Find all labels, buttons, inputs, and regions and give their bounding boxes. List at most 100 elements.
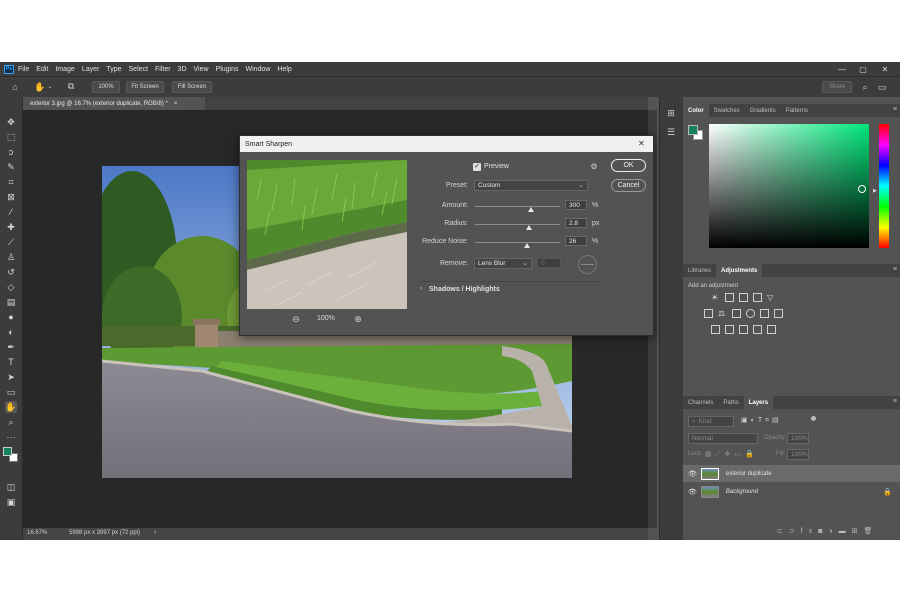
curves-icon[interactable] — [739, 293, 748, 302]
reduce-noise-slider[interactable] — [475, 242, 560, 243]
layer-row[interactable]: 👁 exterior duplicate — [683, 465, 900, 482]
ok-button[interactable]: OK — [611, 159, 646, 172]
history-panel-icon[interactable]: ⊞ — [665, 108, 677, 118]
tab-gradients[interactable]: Gradients — [745, 104, 781, 117]
fit-screen-button[interactable]: Fit Screen — [126, 81, 164, 93]
remove-select[interactable]: Lens Blur ⌄ — [474, 258, 532, 269]
tab-libraries[interactable]: Libraries — [683, 264, 716, 277]
layer-filter-icons[interactable]: ▣◐T⌗▤ — [741, 416, 782, 425]
menu-edit[interactable]: Edit — [36, 66, 48, 73]
layer-name[interactable]: Background — [726, 489, 758, 495]
link-layers-icon[interactable]: ⊂⊃ — [777, 528, 801, 535]
tab-adjustments[interactable]: Adjustments — [716, 264, 763, 277]
menu-plugins[interactable]: Plugins — [216, 66, 239, 73]
tab-patterns[interactable]: Patterns — [781, 104, 813, 117]
zoom-100-button[interactable]: 100% — [92, 81, 120, 93]
rectangle-tool-icon[interactable]: ▭ — [5, 386, 17, 398]
chevron-down-icon[interactable]: ⌄ — [46, 82, 54, 92]
menu-window[interactable]: Window — [246, 66, 271, 73]
opacity-field[interactable]: 100% — [787, 433, 809, 444]
quick-mask-icon[interactable]: ◫ — [5, 481, 17, 493]
shadows-highlights-toggle[interactable]: Shadows / Highlights — [429, 286, 500, 293]
black-white-icon[interactable] — [732, 309, 741, 318]
properties-panel-icon[interactable]: ☰ — [665, 127, 677, 137]
search-icon[interactable]: ⌕ — [859, 82, 871, 92]
color-lookup-icon[interactable] — [774, 309, 783, 318]
photo-filter-icon[interactable] — [746, 309, 755, 318]
hue-saturation-icon[interactable] — [704, 309, 713, 318]
healing-brush-icon[interactable]: ✚ — [5, 221, 17, 233]
preview-checkbox[interactable]: ✓ — [473, 163, 481, 171]
screen-mode-icon[interactable]: ▣ — [5, 496, 17, 508]
status-menu-arrow[interactable]: › — [154, 529, 156, 536]
tab-color[interactable]: Color — [683, 104, 709, 117]
share-button[interactable]: Share — [822, 81, 852, 93]
levels-icon[interactable] — [725, 293, 734, 302]
tab-channels[interactable]: Channels — [683, 396, 718, 409]
fx-icon[interactable]: fx — [801, 528, 818, 535]
lasso-tool-icon[interactable]: ↄ — [5, 146, 17, 158]
gradient-map-icon[interactable] — [767, 325, 776, 334]
new-adjustment-icon[interactable]: ◑ — [828, 528, 838, 535]
clone-stamp-icon[interactable]: ♙ — [5, 251, 17, 263]
reduce-noise-slider-thumb[interactable] — [524, 243, 531, 248]
hue-marker-icon[interactable]: ▶ — [873, 188, 877, 194]
radius-slider[interactable] — [475, 224, 560, 225]
menu-type[interactable]: Type — [106, 66, 121, 73]
posterize-icon[interactable] — [725, 325, 734, 334]
hand-tool-icon[interactable]: ✋ — [34, 82, 46, 92]
move-tool-icon[interactable]: ✥ — [5, 116, 17, 128]
layer-name[interactable]: exterior duplicate — [726, 471, 772, 477]
marquee-tool-icon[interactable]: ⬚ — [5, 131, 17, 143]
new-layer-icon[interactable]: ⊞ — [852, 528, 864, 535]
new-group-icon[interactable]: ▬ — [839, 528, 852, 535]
radius-input[interactable]: 2.8 — [565, 218, 587, 228]
color-field[interactable] — [709, 124, 869, 248]
radius-slider-thumb[interactable] — [525, 225, 532, 230]
close-icon[interactable]: ✕ — [638, 139, 645, 148]
preview-image[interactable] — [247, 160, 407, 309]
hue-slider[interactable] — [879, 124, 889, 248]
blend-mode-select[interactable]: Normal — [688, 433, 758, 444]
eyedropper-tool-icon[interactable]: ⁄ — [5, 206, 17, 218]
menu-3d[interactable]: 3D — [178, 66, 187, 73]
angle-input[interactable]: 0 — [537, 258, 561, 268]
amount-slider-thumb[interactable] — [527, 207, 534, 212]
fg-color-chip[interactable] — [688, 125, 698, 135]
gear-icon[interactable]: ⚙ — [589, 162, 599, 172]
type-tool-icon[interactable]: T — [5, 356, 17, 368]
fill-field[interactable]: 100% — [787, 449, 809, 460]
reduce-noise-input[interactable]: 26 — [565, 236, 587, 246]
zoom-tool-icon[interactable]: ⌕ — [5, 416, 17, 428]
zoom-in-icon[interactable]: ⊕ — [353, 314, 363, 324]
menu-select[interactable]: Select — [129, 66, 148, 73]
brush-tool-icon[interactable]: ⟋ — [5, 236, 17, 248]
chevron-right-icon[interactable]: › — [420, 285, 422, 292]
filter-toggle-icon[interactable] — [811, 416, 816, 421]
blur-tool-icon[interactable]: ● — [5, 311, 17, 323]
close-tab-icon[interactable]: × — [174, 101, 178, 107]
menu-view[interactable]: View — [194, 66, 209, 73]
status-zoom[interactable]: 16.67% — [27, 530, 47, 536]
cancel-button[interactable]: Cancel — [611, 179, 646, 192]
menu-image[interactable]: Image — [55, 66, 74, 73]
document-tab[interactable]: exterior 3.jpg @ 16.7% (exterior duplica… — [23, 97, 205, 110]
more-tools-icon[interactable]: ··· — [5, 431, 17, 443]
brightness-icon[interactable]: ☀ — [711, 293, 720, 302]
tab-layers[interactable]: Layers — [743, 396, 774, 409]
eye-icon[interactable]: 👁 — [688, 488, 697, 496]
preset-select[interactable]: Custom ⌄ — [474, 180, 588, 191]
amount-input[interactable]: 300 — [565, 200, 587, 210]
quick-select-tool-icon[interactable]: ✎ — [5, 161, 17, 173]
color-balance-icon[interactable]: ⚖ — [718, 309, 727, 318]
delete-layer-icon[interactable]: 🗑 — [864, 528, 879, 535]
color-picker-marker[interactable] — [858, 185, 866, 193]
menu-file[interactable]: File — [18, 66, 29, 73]
menu-filter[interactable]: Filter — [155, 66, 171, 73]
dialog-title-bar[interactable]: Smart Sharpen ✕ — [240, 136, 653, 152]
pen-tool-icon[interactable]: ✒ — [5, 341, 17, 353]
maximize-icon[interactable]: ▢ — [855, 62, 871, 76]
panel-menu-icon[interactable]: ≡ — [893, 266, 897, 273]
add-mask-icon[interactable]: ◙ — [818, 528, 828, 535]
layer-filter-kind[interactable]: ⌕ Kind — [688, 416, 734, 427]
